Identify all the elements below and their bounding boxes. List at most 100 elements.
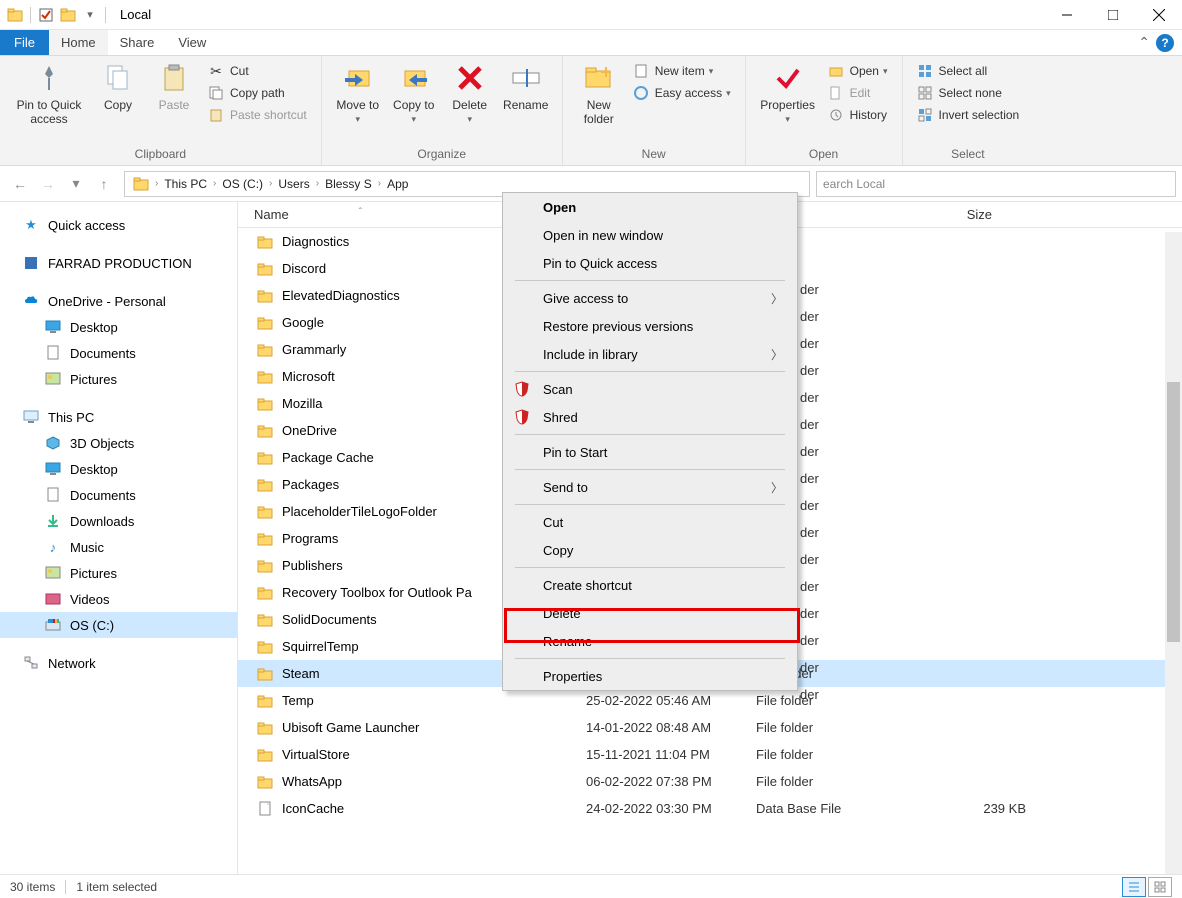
qa-dropdown-icon[interactable]: ▾ <box>81 6 99 24</box>
breadcrumb-item[interactable]: App <box>383 177 412 191</box>
open-button[interactable]: Open▾ <box>822 60 894 82</box>
ctx-pin-quick[interactable]: Pin to Quick access <box>503 249 797 277</box>
maximize-button[interactable] <box>1090 0 1136 30</box>
edit-icon <box>828 85 844 101</box>
delete-button[interactable]: Delete▾ <box>442 58 498 126</box>
tab-home[interactable]: Home <box>49 30 108 55</box>
move-to-button[interactable]: Move to▾ <box>330 58 386 126</box>
vertical-scrollbar[interactable] <box>1165 232 1182 874</box>
invert-selection-button[interactable]: Invert selection <box>911 104 1026 126</box>
ctx-create-shortcut[interactable]: Create shortcut <box>503 571 797 599</box>
ctx-copy[interactable]: Copy <box>503 536 797 564</box>
file-size: 239 KB <box>906 801 1026 816</box>
tab-share[interactable]: Share <box>108 30 167 55</box>
file-row[interactable]: WhatsApp06-02-2022 07:38 PMFile folder <box>238 768 1182 795</box>
minimize-button[interactable] <box>1044 0 1090 30</box>
up-button[interactable]: ↑ <box>90 170 118 198</box>
ctx-rename[interactable]: Rename <box>503 627 797 655</box>
pin-icon <box>33 62 65 94</box>
folder-icon <box>256 314 274 332</box>
view-details-button[interactable] <box>1122 877 1146 897</box>
ctx-include-library[interactable]: Include in library〉 <box>503 340 797 368</box>
nav-farrad[interactable]: FARRAD PRODUCTION <box>0 250 237 276</box>
copy-button[interactable]: Copy <box>90 58 146 112</box>
edit-button[interactable]: Edit <box>822 82 894 104</box>
ctx-properties[interactable]: Properties <box>503 662 797 690</box>
new-item-button[interactable]: New item▾ <box>627 60 737 82</box>
nav-documents[interactable]: Documents <box>0 482 237 508</box>
paste-shortcut-icon <box>208 107 224 123</box>
help-icon[interactable]: ? <box>1156 34 1174 52</box>
ribbon-tabs: File Home Share View ⌃ ? <box>0 30 1182 56</box>
nav-pictures[interactable]: Pictures <box>0 560 237 586</box>
file-date: 25-02-2022 05:46 AM <box>586 693 756 708</box>
nav-this-pc[interactable]: This PC <box>0 404 237 430</box>
back-button[interactable]: ← <box>6 170 34 198</box>
rename-button[interactable]: Rename <box>498 58 554 112</box>
breadcrumb-item[interactable]: This PC <box>160 177 211 191</box>
nav-music[interactable]: ♪Music <box>0 534 237 560</box>
nav-od-documents[interactable]: Documents <box>0 340 237 366</box>
close-button[interactable] <box>1136 0 1182 30</box>
file-row[interactable]: Temp25-02-2022 05:46 AMFile folder <box>238 687 1182 714</box>
videos-icon <box>44 590 62 608</box>
forward-button[interactable]: → <box>34 170 62 198</box>
group-label-select: Select <box>911 147 1026 163</box>
nav-od-desktop[interactable]: Desktop <box>0 314 237 340</box>
breadcrumb-root-icon[interactable] <box>129 176 153 192</box>
ctx-scan[interactable]: Scan <box>503 375 797 403</box>
select-all-button[interactable]: Select all <box>911 60 1026 82</box>
ctx-shred[interactable]: Shred <box>503 403 797 431</box>
pc-icon <box>22 408 40 426</box>
breadcrumb-item[interactable]: Blessy S <box>321 177 376 191</box>
ctx-restore-versions[interactable]: Restore previous versions <box>503 312 797 340</box>
ctx-pin-start[interactable]: Pin to Start <box>503 438 797 466</box>
ctx-send-to[interactable]: Send to〉 <box>503 473 797 501</box>
drive-icon <box>44 616 62 634</box>
breadcrumb-item[interactable]: OS (C:) <box>218 177 267 191</box>
ctx-delete[interactable]: Delete <box>503 599 797 627</box>
folder-icon <box>256 368 274 386</box>
qa-folder-icon[interactable] <box>59 6 77 24</box>
view-icons-button[interactable] <box>1148 877 1172 897</box>
breadcrumb-item[interactable]: Users <box>274 177 313 191</box>
nav-3d-objects[interactable]: 3D Objects <box>0 430 237 456</box>
nav-network[interactable]: Network <box>0 650 237 676</box>
history-button[interactable]: History <box>822 104 894 126</box>
file-row[interactable]: IconCache24-02-2022 03:30 PMData Base Fi… <box>238 795 1182 822</box>
history-dropdown[interactable]: ▾ <box>62 170 90 198</box>
nav-videos[interactable]: Videos <box>0 586 237 612</box>
ctx-give-access[interactable]: Give access to〉 <box>503 284 797 312</box>
pin-quick-access-button[interactable]: Pin to Quick access <box>8 58 90 126</box>
ribbon-group-select: Select all Select none Invert selection … <box>903 56 1034 165</box>
checkbox-icon[interactable] <box>37 6 55 24</box>
nav-downloads[interactable]: Downloads <box>0 508 237 534</box>
paste-shortcut-button[interactable]: Paste shortcut <box>202 104 313 126</box>
copy-to-button[interactable]: Copy to▾ <box>386 58 442 126</box>
collapse-ribbon-icon[interactable]: ⌃ <box>1138 34 1150 51</box>
paste-button[interactable]: Paste <box>146 58 202 112</box>
nav-onedrive[interactable]: OneDrive - Personal <box>0 288 237 314</box>
cut-button[interactable]: ✂Cut <box>202 60 313 82</box>
nav-od-pictures[interactable]: Pictures <box>0 366 237 392</box>
properties-button[interactable]: Properties▾ <box>754 58 822 126</box>
scrollbar-thumb[interactable] <box>1167 382 1180 642</box>
tab-view[interactable]: View <box>166 30 218 55</box>
new-folder-button[interactable]: New folder <box>571 58 627 126</box>
nav-desktop[interactable]: Desktop <box>0 456 237 482</box>
file-row[interactable]: Ubisoft Game Launcher14-01-2022 08:48 AM… <box>238 714 1182 741</box>
nav-quick-access[interactable]: ★Quick access <box>0 212 237 238</box>
easy-access-button[interactable]: Easy access▾ <box>627 82 737 104</box>
ctx-cut[interactable]: Cut <box>503 508 797 536</box>
nav-os-c[interactable]: OS (C:) <box>0 612 237 638</box>
ctx-open-new-window[interactable]: Open in new window <box>503 221 797 249</box>
col-header-size[interactable]: Size <box>888 207 1008 222</box>
copy-path-button[interactable]: Copy path <box>202 82 313 104</box>
folder-icon <box>256 449 274 467</box>
select-none-button[interactable]: Select none <box>911 82 1026 104</box>
pictures-icon <box>44 370 62 388</box>
search-input[interactable]: earch Local <box>816 171 1176 197</box>
ctx-open[interactable]: Open <box>503 193 797 221</box>
tab-file[interactable]: File <box>0 30 49 55</box>
file-row[interactable]: VirtualStore15-11-2021 11:04 PMFile fold… <box>238 741 1182 768</box>
